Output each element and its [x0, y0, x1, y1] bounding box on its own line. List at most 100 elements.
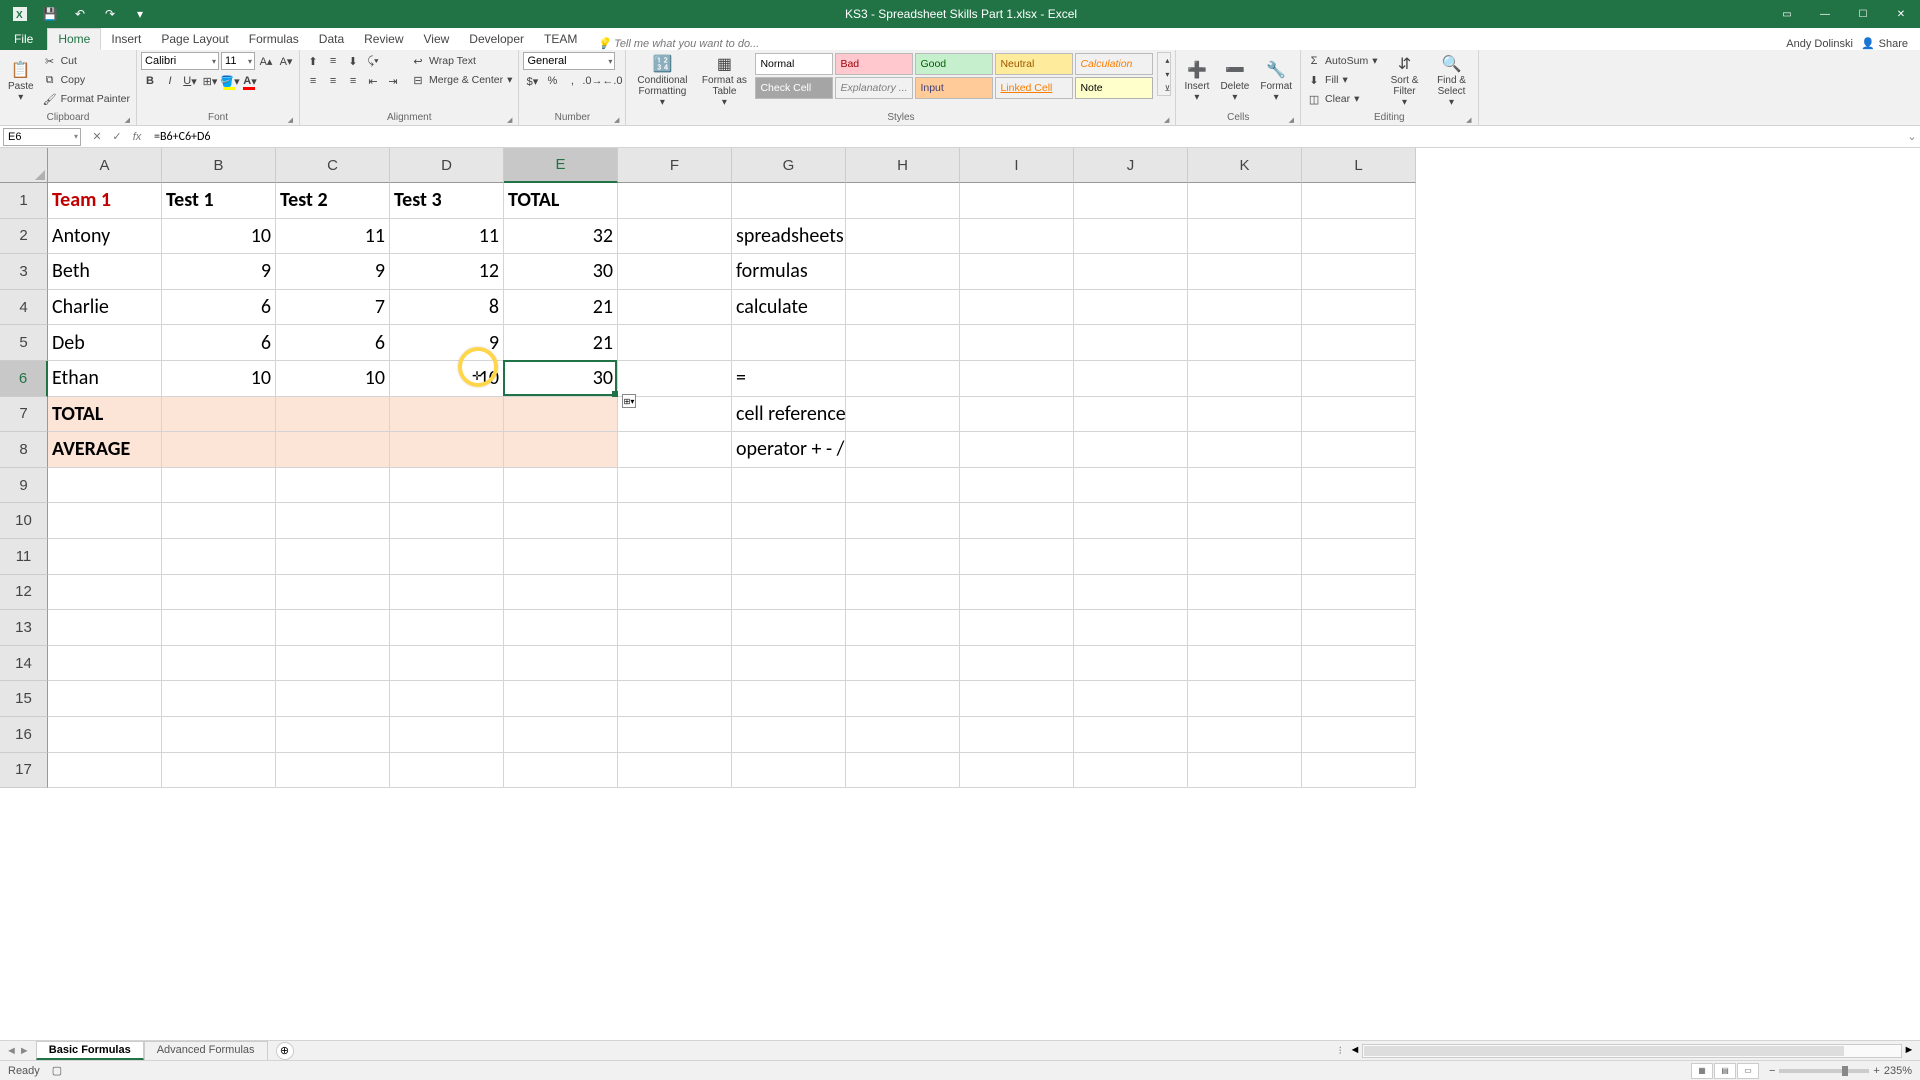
row-header-4[interactable]: 4 — [0, 290, 48, 326]
row-header-2[interactable]: 2 — [0, 219, 48, 255]
cell-B2[interactable]: 10 — [162, 219, 276, 255]
cell-J12[interactable] — [1074, 575, 1188, 611]
name-box[interactable]: E6 — [3, 128, 81, 146]
row-header-6[interactable]: 6 — [0, 361, 48, 397]
cell-B1[interactable]: Test 1 — [162, 183, 276, 219]
merge-center-button[interactable]: ⊟Merge & Center▾ — [409, 71, 514, 89]
cell-J14[interactable] — [1074, 646, 1188, 682]
cell-L14[interactable] — [1302, 646, 1416, 682]
cell-L13[interactable] — [1302, 610, 1416, 646]
cell-J13[interactable] — [1074, 610, 1188, 646]
row-header-12[interactable]: 12 — [0, 575, 48, 611]
percent-icon[interactable]: % — [543, 72, 561, 90]
tab-team[interactable]: TEAM — [534, 28, 587, 50]
cell-E11[interactable] — [504, 539, 618, 575]
cell-I2[interactable] — [960, 219, 1074, 255]
row-header-5[interactable]: 5 — [0, 325, 48, 361]
tab-file[interactable]: File — [0, 28, 47, 50]
cell-I4[interactable] — [960, 290, 1074, 326]
cell-E3[interactable]: 30 — [504, 254, 618, 290]
cell-L15[interactable] — [1302, 681, 1416, 717]
cell-K15[interactable] — [1188, 681, 1302, 717]
cell-F3[interactable] — [618, 254, 732, 290]
col-header-F[interactable]: F — [618, 148, 732, 183]
cell-E4[interactable]: 21 — [504, 290, 618, 326]
cell-D11[interactable] — [390, 539, 504, 575]
cell-A4[interactable]: Charlie — [48, 290, 162, 326]
cell-J10[interactable] — [1074, 503, 1188, 539]
cell-D16[interactable] — [390, 717, 504, 753]
cell-C7[interactable] — [276, 397, 390, 433]
col-header-J[interactable]: J — [1074, 148, 1188, 183]
cell-I13[interactable] — [960, 610, 1074, 646]
find-select-button[interactable]: 🔍Find & Select▾ — [1430, 52, 1474, 110]
align-middle-icon[interactable]: ≡ — [324, 52, 342, 70]
zoom-out-icon[interactable]: − — [1769, 1065, 1775, 1077]
cell-C3[interactable]: 9 — [276, 254, 390, 290]
cell-A10[interactable] — [48, 503, 162, 539]
cell-D17[interactable] — [390, 753, 504, 789]
cell-H6[interactable] — [846, 361, 960, 397]
col-header-A[interactable]: A — [48, 148, 162, 183]
row-header-11[interactable]: 11 — [0, 539, 48, 575]
cell-H1[interactable] — [846, 183, 960, 219]
decrease-decimal-icon[interactable]: ←.0 — [603, 72, 621, 90]
col-header-H[interactable]: H — [846, 148, 960, 183]
delete-cells-button[interactable]: ➖Delete▾ — [1216, 52, 1253, 110]
cell-K9[interactable] — [1188, 468, 1302, 504]
tab-data[interactable]: Data — [309, 28, 354, 50]
zoom-slider[interactable] — [1779, 1069, 1869, 1073]
macro-record-icon[interactable]: ▢ — [52, 1064, 62, 1077]
cell-B17[interactable] — [162, 753, 276, 789]
fill-color-button[interactable]: 🪣▾ — [221, 72, 239, 90]
cell-J7[interactable] — [1074, 397, 1188, 433]
cell-F16[interactable] — [618, 717, 732, 753]
tab-insert[interactable]: Insert — [101, 28, 151, 50]
cell-D15[interactable] — [390, 681, 504, 717]
cell-J5[interactable] — [1074, 325, 1188, 361]
maximize-icon[interactable]: ☐ — [1846, 3, 1880, 25]
style-normal[interactable]: Normal — [755, 53, 833, 75]
cell-H7[interactable] — [846, 397, 960, 433]
accounting-icon[interactable]: $▾ — [523, 72, 541, 90]
cell-K12[interactable] — [1188, 575, 1302, 611]
cell-C13[interactable] — [276, 610, 390, 646]
style-note[interactable]: Note — [1075, 77, 1153, 99]
cell-F1[interactable] — [618, 183, 732, 219]
cell-B6[interactable]: 10 — [162, 361, 276, 397]
cell-D1[interactable]: Test 3 — [390, 183, 504, 219]
cell-K13[interactable] — [1188, 610, 1302, 646]
cell-D9[interactable] — [390, 468, 504, 504]
cell-C17[interactable] — [276, 753, 390, 789]
cell-A17[interactable] — [48, 753, 162, 789]
cell-A2[interactable]: Antony — [48, 219, 162, 255]
cell-L8[interactable] — [1302, 432, 1416, 468]
row-header-14[interactable]: 14 — [0, 646, 48, 682]
col-header-B[interactable]: B — [162, 148, 276, 183]
sheet-tab-0[interactable]: Basic Formulas — [36, 1041, 144, 1060]
cell-I9[interactable] — [960, 468, 1074, 504]
cell-B7[interactable] — [162, 397, 276, 433]
cell-J17[interactable] — [1074, 753, 1188, 789]
cell-I8[interactable] — [960, 432, 1074, 468]
comma-icon[interactable]: , — [563, 72, 581, 90]
cell-H4[interactable] — [846, 290, 960, 326]
tab-home[interactable]: Home — [47, 28, 101, 50]
cell-A1[interactable]: Team 1 — [48, 183, 162, 219]
cell-C15[interactable] — [276, 681, 390, 717]
cell-D7[interactable] — [390, 397, 504, 433]
autofill-options-icon[interactable]: ⊞▾ — [622, 394, 636, 408]
sheet-prev-icon[interactable]: ◄ — [6, 1045, 17, 1057]
cell-C4[interactable]: 7 — [276, 290, 390, 326]
qat-dropdown-icon[interactable]: ▾ — [126, 3, 154, 25]
row-header-1[interactable]: 1 — [0, 183, 48, 219]
underline-button[interactable]: U▾ — [181, 72, 199, 90]
cell-E2[interactable]: 32 — [504, 219, 618, 255]
formula-input[interactable]: =B6+C6+D6 — [150, 128, 1904, 146]
hscroll-right-icon[interactable]: ► — [1902, 1044, 1916, 1058]
view-page-layout-icon[interactable]: ▤ — [1714, 1063, 1736, 1079]
cell-J8[interactable] — [1074, 432, 1188, 468]
cell-H3[interactable] — [846, 254, 960, 290]
cell-A15[interactable] — [48, 681, 162, 717]
cell-A11[interactable] — [48, 539, 162, 575]
